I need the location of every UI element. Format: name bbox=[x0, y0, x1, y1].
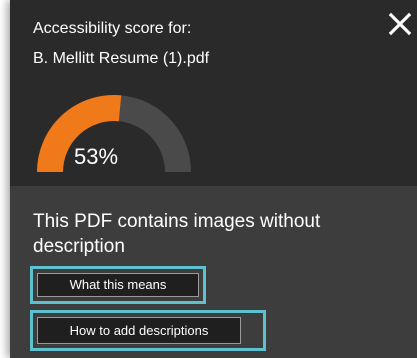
how-to-add-descriptions-button[interactable]: How to add descriptions bbox=[37, 317, 241, 344]
score-section: Accessibility score for: B. Mellitt Resu… bbox=[10, 0, 417, 186]
score-percentage: 53% bbox=[74, 144, 119, 169]
close-button[interactable] bbox=[388, 12, 412, 36]
issue-message: This PDF contains images without descrip… bbox=[33, 211, 321, 257]
what-this-means-button[interactable]: What this means bbox=[37, 273, 199, 297]
close-icon bbox=[388, 12, 412, 36]
accessibility-score-popup: Accessibility score for: B. Mellitt Resu… bbox=[10, 0, 417, 358]
heading-label: Accessibility score for: bbox=[33, 20, 192, 37]
file-name-label: B. Mellitt Resume (1).pdf bbox=[33, 50, 210, 67]
